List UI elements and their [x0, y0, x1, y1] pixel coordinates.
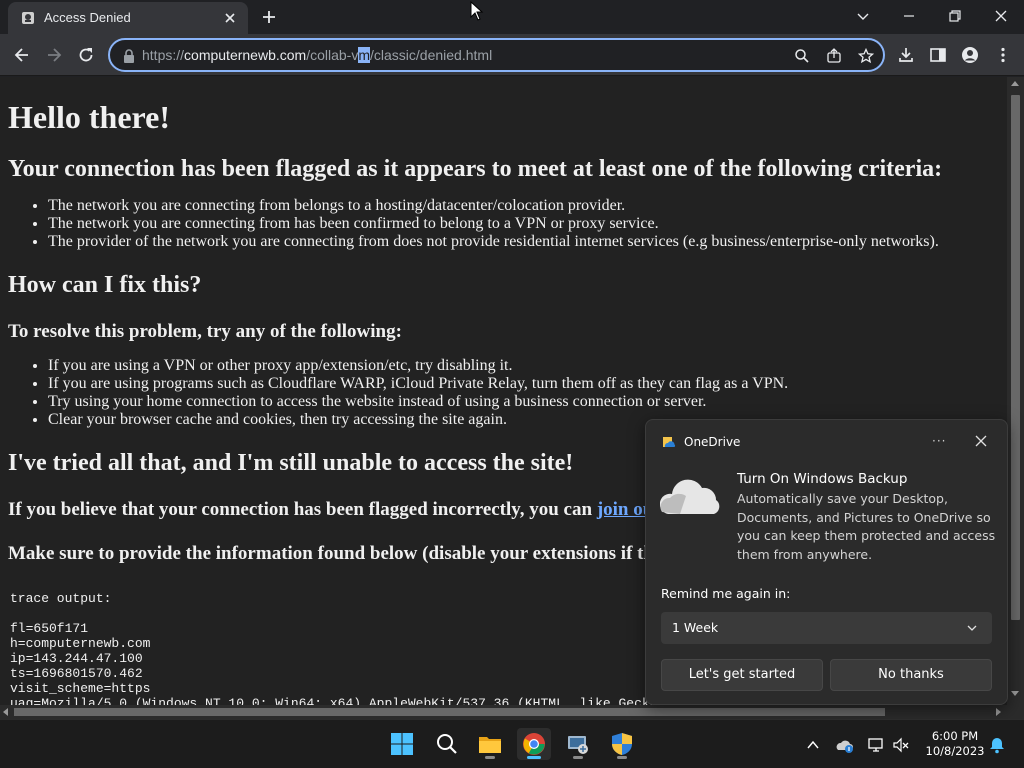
list-item: Try using your home connection to access… — [48, 393, 1007, 411]
remind-dropdown[interactable]: 1 Week — [661, 612, 992, 644]
scroll-left-arrow-icon[interactable] — [3, 708, 8, 716]
remind-value: 1 Week — [672, 620, 719, 635]
scroll-right-arrow-icon[interactable] — [996, 708, 1001, 716]
chevron-down-icon — [967, 625, 977, 631]
profile-icon[interactable] — [961, 46, 979, 64]
remote-desktop-icon — [568, 736, 588, 754]
network-icon[interactable] — [867, 736, 885, 754]
running-indicator — [617, 756, 627, 759]
notification-app-name: OneDrive — [684, 435, 741, 449]
close-window-icon[interactable] — [991, 6, 1011, 26]
vertical-scroll-thumb[interactable] — [1011, 95, 1020, 620]
search-icon[interactable] — [794, 48, 810, 64]
list-item: If you are using a VPN or other proxy ap… — [48, 357, 1007, 375]
tab-title: Access Denied — [44, 10, 131, 25]
chrome-icon — [523, 733, 545, 755]
onedrive-tray-icon[interactable] — [836, 736, 854, 754]
menu-kebab-icon[interactable] — [994, 46, 1012, 64]
notification-bell-icon[interactable] — [988, 736, 1006, 754]
taskbar: 6:00 PM 10/8/2023 — [0, 719, 1024, 768]
system-clock[interactable]: 6:00 PM 10/8/2023 — [920, 729, 990, 759]
resolve-subheading: To resolve this problem, try any of the … — [8, 321, 402, 342]
close-icon[interactable] — [974, 434, 988, 448]
fix-heading: How can I fix this? — [8, 272, 202, 298]
remote-desktop-button[interactable] — [561, 728, 595, 760]
cloud-icon — [660, 479, 720, 514]
no-thanks-button[interactable]: No thanks — [830, 659, 992, 691]
clock-time: 6:00 PM — [931, 729, 979, 743]
back-icon[interactable] — [12, 45, 32, 65]
url-scheme: https:// — [142, 47, 185, 63]
more-options-icon[interactable]: ··· — [932, 434, 946, 448]
notification-title: Turn On Windows Backup — [737, 471, 908, 487]
horizontal-scroll-thumb[interactable] — [14, 708, 885, 716]
windows-security-button[interactable] — [605, 728, 639, 760]
get-started-button[interactable]: Let's get started — [661, 659, 823, 691]
search-icon — [437, 734, 457, 754]
close-tab-icon[interactable] — [222, 10, 238, 26]
bookmark-star-icon[interactable] — [858, 48, 874, 64]
tab-access-denied[interactable]: Access Denied — [8, 2, 248, 34]
scroll-up-arrow-icon[interactable] — [1011, 81, 1019, 86]
forward-icon[interactable] — [44, 45, 64, 65]
minimize-icon[interactable] — [899, 6, 919, 26]
lock-icon[interactable] — [122, 48, 136, 64]
page-heading: Hello there! — [8, 99, 171, 135]
chrome-taskbar-button[interactable] — [517, 728, 551, 760]
new-tab-icon[interactable] — [260, 8, 278, 26]
onedrive-app-icon — [663, 437, 676, 447]
active-indicator — [527, 756, 541, 759]
believe-text: If you believe that your connection has … — [8, 499, 597, 520]
file-explorer-icon — [479, 737, 501, 753]
mouse-cursor-icon — [470, 1, 484, 21]
criteria-list: The network you are connecting from belo… — [8, 197, 1007, 251]
start-icon — [391, 733, 413, 755]
notification-body: Automatically save your Desktop, Documen… — [737, 491, 996, 562]
share-icon[interactable] — [826, 48, 842, 64]
tab-search-chevron-icon[interactable] — [853, 6, 873, 26]
list-item: The provider of the network you are conn… — [48, 233, 1007, 251]
url-path-a: /collab-v — [306, 47, 359, 63]
windows-security-icon — [612, 733, 632, 755]
url-text[interactable]: https://computernewb.com/collab-vm/class… — [142, 47, 492, 63]
restore-icon[interactable] — [945, 6, 965, 26]
show-hidden-icons-chevron-up-icon[interactable] — [804, 736, 822, 754]
file-explorer-button[interactable] — [473, 728, 507, 760]
list-item: The network you are connecting from belo… — [48, 197, 1007, 215]
tab-strip: Access Denied — [0, 0, 1024, 34]
list-item: If you are using programs such as Cloudf… — [48, 375, 1007, 393]
reload-icon[interactable] — [76, 45, 96, 65]
remind-label: Remind me again in: — [661, 586, 791, 601]
volume-muted-icon[interactable] — [892, 736, 910, 754]
flagged-heading: Your connection has been flagged as it a… — [8, 156, 943, 182]
url-selection: m — [358, 47, 371, 63]
start-button[interactable] — [385, 728, 419, 760]
taskbar-search-button[interactable] — [430, 728, 464, 760]
onedrive-notification: OneDrive ··· Turn On Windows Backup Auto… — [645, 419, 1008, 705]
url-host: computernewb.com — [184, 47, 307, 63]
list-item: The network you are connecting from has … — [48, 215, 1007, 233]
running-indicator — [485, 756, 495, 759]
url-path-b: /classic/denied.html — [370, 47, 493, 63]
page-favicon-icon — [22, 12, 34, 24]
clock-date: 10/8/2023 — [925, 744, 985, 758]
scrollbar-corner — [1007, 705, 1024, 719]
browser-toolbar: https://computernewb.com/collab-vm/class… — [0, 34, 1024, 76]
address-bar[interactable]: https://computernewb.com/collab-vm/class… — [108, 38, 885, 72]
download-icon[interactable] — [897, 46, 915, 64]
running-indicator — [573, 756, 583, 759]
side-panel-icon[interactable] — [929, 46, 947, 64]
vertical-scrollbar[interactable] — [1007, 77, 1024, 705]
horizontal-scrollbar[interactable] — [0, 705, 1007, 719]
scroll-down-arrow-icon[interactable] — [1011, 691, 1019, 696]
